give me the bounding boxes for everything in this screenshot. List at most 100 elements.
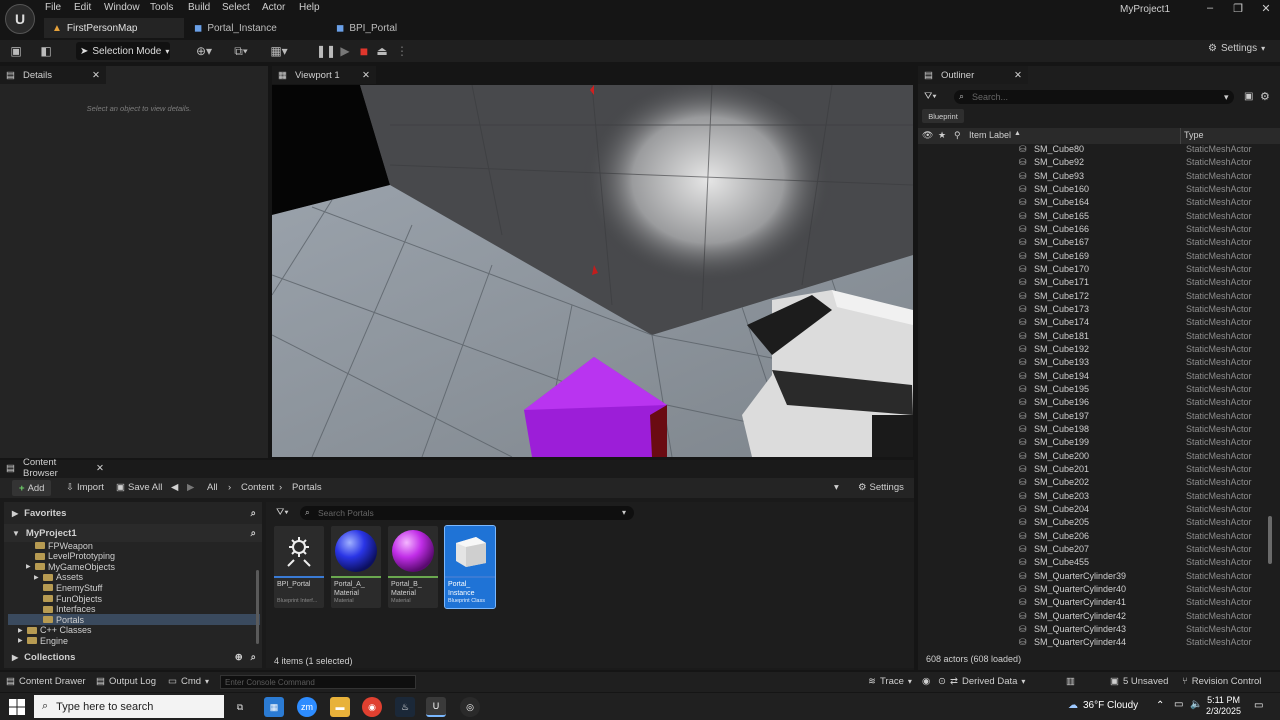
menu-tools[interactable]: Tools: [150, 2, 173, 13]
outliner-row[interactable]: ⛁ SM_Cube174 StaticMeshActor: [918, 317, 1268, 330]
blueprint-filter-chip[interactable]: Blueprint: [922, 109, 964, 123]
outliner-row[interactable]: ⛁ SM_QuarterCylinder40 StaticMeshActor: [918, 584, 1268, 597]
more-options-icon[interactable]: ⋮: [394, 43, 410, 59]
outliner-row[interactable]: ⛁ SM_Cube160 StaticMeshActor: [918, 184, 1268, 197]
windows-start-icon[interactable]: [8, 698, 26, 716]
outliner-row[interactable]: ⛁ SM_Cube202 StaticMeshActor: [918, 477, 1268, 490]
close-icon[interactable]: ✕: [96, 463, 104, 474]
outliner-row[interactable]: ⛁ SM_QuarterCylinder42 StaticMeshActor: [918, 611, 1268, 624]
outliner-row[interactable]: ⛁ SM_Cube164 StaticMeshActor: [918, 197, 1268, 210]
unreal-taskbar-icon[interactable]: U: [426, 697, 446, 717]
tree-folder[interactable]: ▶ C++ Classes: [8, 625, 260, 636]
add-folder-icon[interactable]: ▣: [1244, 91, 1253, 102]
outliner-row[interactable]: ⛁ SM_QuarterCylinder39 StaticMeshActor: [918, 571, 1268, 584]
menu-edit[interactable]: Edit: [74, 2, 91, 13]
search-icon[interactable]: ⌕: [251, 508, 256, 519]
collections-section[interactable]: ▶ Collections ⊕ ⌕: [4, 648, 262, 666]
import-button[interactable]: ⇩ Import: [66, 482, 104, 493]
close-icon[interactable]: ✕: [92, 70, 100, 81]
outliner-row[interactable]: ⛁ SM_Cube166 StaticMeshActor: [918, 224, 1268, 237]
chrome-icon[interactable]: ◉: [362, 697, 382, 717]
col-item-label[interactable]: Item Label: [969, 130, 1011, 140]
zoom-icon[interactable]: zm: [297, 697, 317, 717]
outliner-row[interactable]: ⛁ SM_Cube80 StaticMeshActor: [918, 144, 1268, 157]
trace-dropdown[interactable]: ≋ Trace ▾: [868, 676, 912, 687]
outliner-row[interactable]: ⛁ SM_Cube194 StaticMeshActor: [918, 371, 1268, 384]
tab-outliner[interactable]: ▤ Outliner ✕: [918, 66, 1028, 84]
outliner-row[interactable]: ⛁ SM_Cube193 StaticMeshActor: [918, 357, 1268, 370]
tab-details[interactable]: ▤ Details ✕: [0, 66, 106, 84]
outliner-row[interactable]: ⛁ SM_Cube169 StaticMeshActor: [918, 251, 1268, 264]
search-icon[interactable]: ⌕: [251, 652, 256, 663]
filter-icon[interactable]: ⛛▾: [276, 507, 289, 518]
maximize-icon[interactable]: ❐: [1224, 0, 1252, 16]
notifications-icon[interactable]: ▭: [1254, 700, 1263, 711]
obs-icon[interactable]: ◎: [460, 697, 480, 717]
chevron-down-icon[interactable]: ▾: [834, 482, 839, 493]
steam-icon[interactable]: ♨: [395, 697, 415, 717]
visibility-eye-icon[interactable]: 👁: [922, 130, 933, 141]
revision-control-button[interactable]: ⑂ Revision Control: [1182, 676, 1261, 687]
asset-tile[interactable]: Portal_A_ Material Material: [331, 526, 381, 608]
menu-window[interactable]: Window: [104, 2, 140, 13]
outliner-row[interactable]: ⛁ SM_Cube165 StaticMeshActor: [918, 211, 1268, 224]
cmd-dropdown[interactable]: ▭ Cmd ▾: [168, 676, 209, 687]
tree-folder[interactable]: ▶ Engine: [8, 635, 260, 646]
outliner-row[interactable]: ⛁ SM_QuarterCylinder41 StaticMeshActor: [918, 597, 1268, 610]
tree-folder[interactable]: ▶ Assets: [8, 572, 260, 583]
save-all-button[interactable]: ▣ Save All: [116, 482, 162, 493]
menu-actor[interactable]: Actor: [262, 2, 285, 13]
outliner-row[interactable]: ⛁ SM_Cube204 StaticMeshActor: [918, 504, 1268, 517]
taskbar-search-input[interactable]: ⌕ Type here to search: [34, 695, 224, 718]
bars-icon[interactable]: ▥: [1066, 676, 1075, 687]
tree-folder[interactable]: Portals: [8, 614, 260, 626]
history-back-icon[interactable]: ◀: [171, 482, 178, 493]
close-icon[interactable]: ✕: [1014, 70, 1022, 81]
tree-folder[interactable]: FunObjects: [8, 593, 260, 604]
chevron-up-icon[interactable]: ⌃: [1156, 700, 1164, 711]
minimize-icon[interactable]: –: [1196, 0, 1224, 16]
history-forward-icon[interactable]: ▶: [187, 482, 194, 493]
outliner-row[interactable]: ⛁ SM_Cube206 StaticMeshActor: [918, 531, 1268, 544]
project-root-section[interactable]: ▼ MyProject1 ⌕: [4, 524, 262, 542]
tab-portal-instance[interactable]: ◼ Portal_Instance: [186, 18, 285, 38]
outliner-row[interactable]: ⛁ SM_QuarterCylinder43 StaticMeshActor: [918, 624, 1268, 637]
add-button[interactable]: + Add: [12, 480, 52, 496]
outliner-row[interactable]: ⛁ SM_Cube92 StaticMeshActor: [918, 157, 1268, 170]
tree-scrollbar[interactable]: [256, 570, 259, 644]
col-type[interactable]: Type: [1184, 130, 1204, 140]
outliner-row[interactable]: ⛁ SM_Cube197 StaticMeshActor: [918, 411, 1268, 424]
asset-search-input[interactable]: ⌕ Search Portals: [300, 506, 634, 520]
breadcrumb-portals[interactable]: Portals: [292, 482, 322, 493]
outliner-row[interactable]: ⛁ SM_Cube172 StaticMeshActor: [918, 291, 1268, 304]
file-explorer-icon[interactable]: ▬: [330, 697, 350, 717]
outliner-row[interactable]: ⛁ SM_Cube196 StaticMeshActor: [918, 397, 1268, 410]
outliner-row[interactable]: ⛁ SM_Cube201 StaticMeshActor: [918, 464, 1268, 477]
outliner-row[interactable]: ⛁ SM_Cube200 StaticMeshActor: [918, 451, 1268, 464]
store-icon[interactable]: ▦: [264, 697, 284, 717]
chevron-down-icon[interactable]: ▾: [1224, 92, 1229, 103]
record-icon[interactable]: ◉: [922, 676, 930, 687]
step-icon[interactable]: ▶: [337, 43, 353, 59]
favorites-section[interactable]: ▶ Favorites ⌕: [4, 504, 262, 522]
blueprint-menu-icon[interactable]: ⧉▾: [228, 43, 254, 59]
add-actor-icon[interactable]: ⊕▾: [192, 43, 216, 59]
outliner-row[interactable]: ⛁ SM_Cube170 StaticMeshActor: [918, 264, 1268, 277]
cinematics-icon[interactable]: ▦▾: [266, 43, 292, 59]
star-icon[interactable]: ★: [938, 130, 946, 141]
tree-folder[interactable]: EnemyStuff: [8, 582, 260, 593]
save-icon[interactable]: ▣: [8, 43, 24, 59]
asset-tile[interactable]: BPI_Portal Blueprint Interf...: [274, 526, 324, 608]
outliner-row[interactable]: ⛁ SM_Cube207 StaticMeshActor: [918, 544, 1268, 557]
content-drawer-button[interactable]: ▤ Content Drawer: [6, 676, 86, 687]
outliner-row[interactable]: ⛁ SM_Cube205 StaticMeshActor: [918, 517, 1268, 530]
pin-icon[interactable]: ⚲: [954, 130, 961, 141]
outliner-search-input[interactable]: ⌕ Search...: [954, 90, 1234, 104]
outliner-row[interactable]: ⛁ SM_Cube203 StaticMeshActor: [918, 491, 1268, 504]
tab-content-browser[interactable]: ▤ Content Browser ✕: [0, 457, 110, 479]
add-collection-icon[interactable]: ⊕: [235, 652, 243, 663]
tab-first-person-map[interactable]: ▲ FirstPersonMap: [44, 18, 184, 38]
outliner-row[interactable]: ⛁ SM_Cube167 StaticMeshActor: [918, 237, 1268, 250]
chevron-down-icon[interactable]: ▾: [622, 508, 626, 517]
breadcrumb-content[interactable]: Content: [241, 482, 274, 493]
